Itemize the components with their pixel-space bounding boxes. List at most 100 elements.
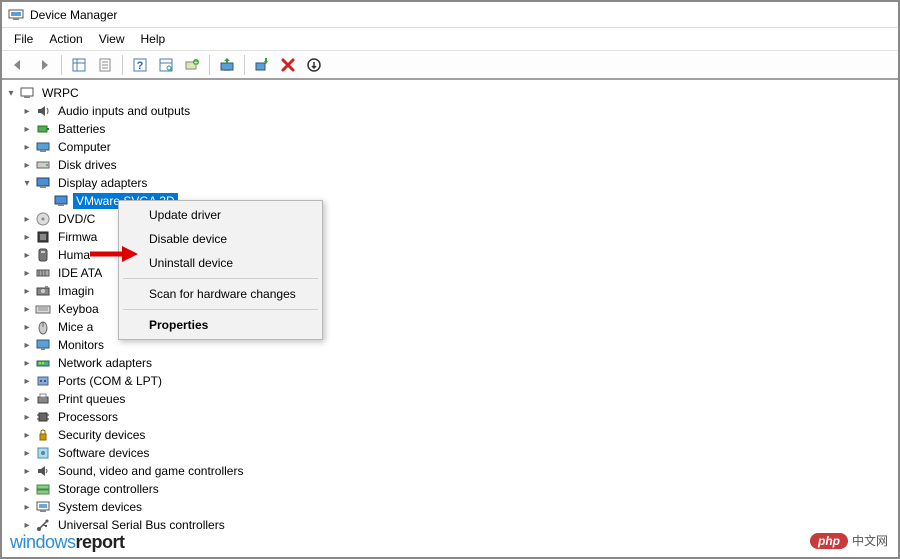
- monitor-icon: [35, 337, 51, 353]
- chevron-right-icon[interactable]: ▸: [20, 500, 34, 514]
- menu-view[interactable]: View: [91, 30, 133, 48]
- tree-category-row[interactable]: ▸ Disk drives: [20, 156, 896, 174]
- chevron-right-icon[interactable]: ▸: [20, 446, 34, 460]
- chevron-right-icon[interactable]: ▸: [20, 122, 34, 136]
- tree-category-label: Security devices: [55, 427, 148, 443]
- tree-category-row[interactable]: ▾ Display adapters: [20, 174, 896, 192]
- cpu-icon: [35, 409, 51, 425]
- computer-icon: [35, 139, 51, 155]
- scan-hardware-button[interactable]: [154, 53, 178, 77]
- tree-category-row[interactable]: ▸ Audio inputs and outputs: [20, 102, 896, 120]
- chevron-right-icon[interactable]: ▸: [20, 320, 34, 334]
- tree-category-row[interactable]: ▸ Security devices: [20, 426, 896, 444]
- tree-root-row[interactable]: ▾ WRPC: [4, 84, 896, 102]
- enable-button[interactable]: [302, 53, 326, 77]
- tree-root-label: WRPC: [39, 85, 82, 101]
- context-menu-separator: [123, 309, 318, 310]
- battery-icon: [35, 121, 51, 137]
- svg-text:?: ?: [137, 60, 144, 72]
- tree-category-label: Mice a: [55, 319, 96, 335]
- security-icon: [35, 427, 51, 443]
- tree-category-label: Display adapters: [55, 175, 150, 191]
- chevron-right-icon[interactable]: ▸: [20, 104, 34, 118]
- chevron-right-icon[interactable]: ▸: [20, 518, 34, 532]
- firmware-icon: [35, 229, 51, 245]
- add-legacy-button[interactable]: +: [180, 53, 204, 77]
- dvd-icon: [35, 211, 51, 227]
- tree-category-row[interactable]: ▸System devices: [20, 498, 896, 516]
- chevron-right-icon[interactable]: ▸: [20, 482, 34, 496]
- network-icon: [35, 355, 51, 371]
- properties-button[interactable]: [93, 53, 117, 77]
- menu-file[interactable]: File: [6, 30, 41, 48]
- tree-category-row[interactable]: ▸ Batteries: [20, 120, 896, 138]
- usb-icon: [35, 517, 51, 533]
- tree-category-label: Monitors: [55, 337, 107, 353]
- tree-category-row[interactable]: ▸Processors: [20, 408, 896, 426]
- toolbar-separator: [209, 55, 210, 75]
- tree-category-row[interactable]: ▸ Computer: [20, 138, 896, 156]
- titlebar: Device Manager: [2, 2, 898, 28]
- chevron-right-icon[interactable]: ▸: [20, 140, 34, 154]
- chevron-down-icon[interactable]: ▾: [20, 176, 34, 190]
- tree-category-label: Computer: [55, 139, 114, 155]
- tree-category-label: Sound, video and game controllers: [55, 463, 246, 479]
- context-menu-item[interactable]: Disable device: [121, 227, 320, 251]
- tree-category-row[interactable]: ▸Storage controllers: [20, 480, 896, 498]
- disk-icon: [35, 157, 51, 173]
- toolbar-separator: [244, 55, 245, 75]
- printer-icon: [35, 391, 51, 407]
- tree-category-row[interactable]: ▸ Universal Serial Bus controllers: [20, 516, 896, 534]
- help-button[interactable]: ?: [128, 53, 152, 77]
- context-menu: Update driverDisable deviceUninstall dev…: [118, 200, 323, 340]
- update-driver-button[interactable]: [215, 53, 239, 77]
- chevron-right-icon[interactable]: ▸: [20, 356, 34, 370]
- menu-action[interactable]: Action: [41, 30, 90, 48]
- context-menu-item[interactable]: Scan for hardware changes: [121, 282, 320, 306]
- show-hide-tree-button[interactable]: [67, 53, 91, 77]
- tree-category-row[interactable]: ▸ Network adapters: [20, 354, 896, 372]
- chevron-right-icon[interactable]: ▸: [20, 428, 34, 442]
- chevron-right-icon[interactable]: ▸: [20, 248, 34, 262]
- chevron-right-icon[interactable]: ▸: [20, 230, 34, 244]
- port-icon: [35, 373, 51, 389]
- chevron-right-icon[interactable]: ▸: [20, 374, 34, 388]
- tree-category-label: Audio inputs and outputs: [55, 103, 193, 119]
- context-menu-item[interactable]: Uninstall device: [121, 251, 320, 275]
- tree-category-row[interactable]: ▸Ports (COM & LPT): [20, 372, 896, 390]
- tree-category-label: Firmwa: [55, 229, 100, 245]
- tree-category-label: Network adapters: [55, 355, 155, 371]
- context-menu-item[interactable]: Properties: [121, 313, 320, 337]
- chevron-right-icon[interactable]: ▸: [20, 212, 34, 226]
- chevron-down-icon[interactable]: ▾: [4, 86, 18, 100]
- menu-help[interactable]: Help: [133, 30, 174, 48]
- tree-category-row[interactable]: ▸ Software devices: [20, 444, 896, 462]
- context-menu-item[interactable]: Update driver: [121, 203, 320, 227]
- mouse-icon: [35, 319, 51, 335]
- software-icon: [35, 445, 51, 461]
- storage-icon: [35, 481, 51, 497]
- svg-text:+: +: [194, 58, 199, 67]
- tree-category-row[interactable]: ▸Print queues: [20, 390, 896, 408]
- forward-button[interactable]: [32, 53, 56, 77]
- tree-category-row[interactable]: ▸ Sound, video and game controllers: [20, 462, 896, 480]
- tree-category-label: Huma: [55, 247, 93, 263]
- chevron-right-icon[interactable]: ▸: [20, 284, 34, 298]
- tree-category-label: Software devices: [55, 445, 152, 461]
- chevron-right-icon[interactable]: ▸: [20, 266, 34, 280]
- chevron-right-icon[interactable]: ▸: [20, 392, 34, 406]
- tree-category-label: Disk drives: [55, 157, 120, 173]
- chevron-right-icon[interactable]: ▸: [20, 338, 34, 352]
- tree-category-label: Batteries: [55, 121, 108, 137]
- disable-button[interactable]: [250, 53, 274, 77]
- chevron-right-icon[interactable]: ▸: [20, 302, 34, 316]
- chevron-right-icon[interactable]: ▸: [20, 158, 34, 172]
- chevron-right-icon[interactable]: ▸: [20, 464, 34, 478]
- uninstall-button[interactable]: [276, 53, 300, 77]
- context-menu-separator: [123, 278, 318, 279]
- chevron-right-icon[interactable]: ▸: [20, 410, 34, 424]
- back-button[interactable]: [6, 53, 30, 77]
- tree-category-label: Universal Serial Bus controllers: [55, 517, 228, 533]
- system-icon: [35, 499, 51, 515]
- tree-category-label: Imagin: [55, 283, 97, 299]
